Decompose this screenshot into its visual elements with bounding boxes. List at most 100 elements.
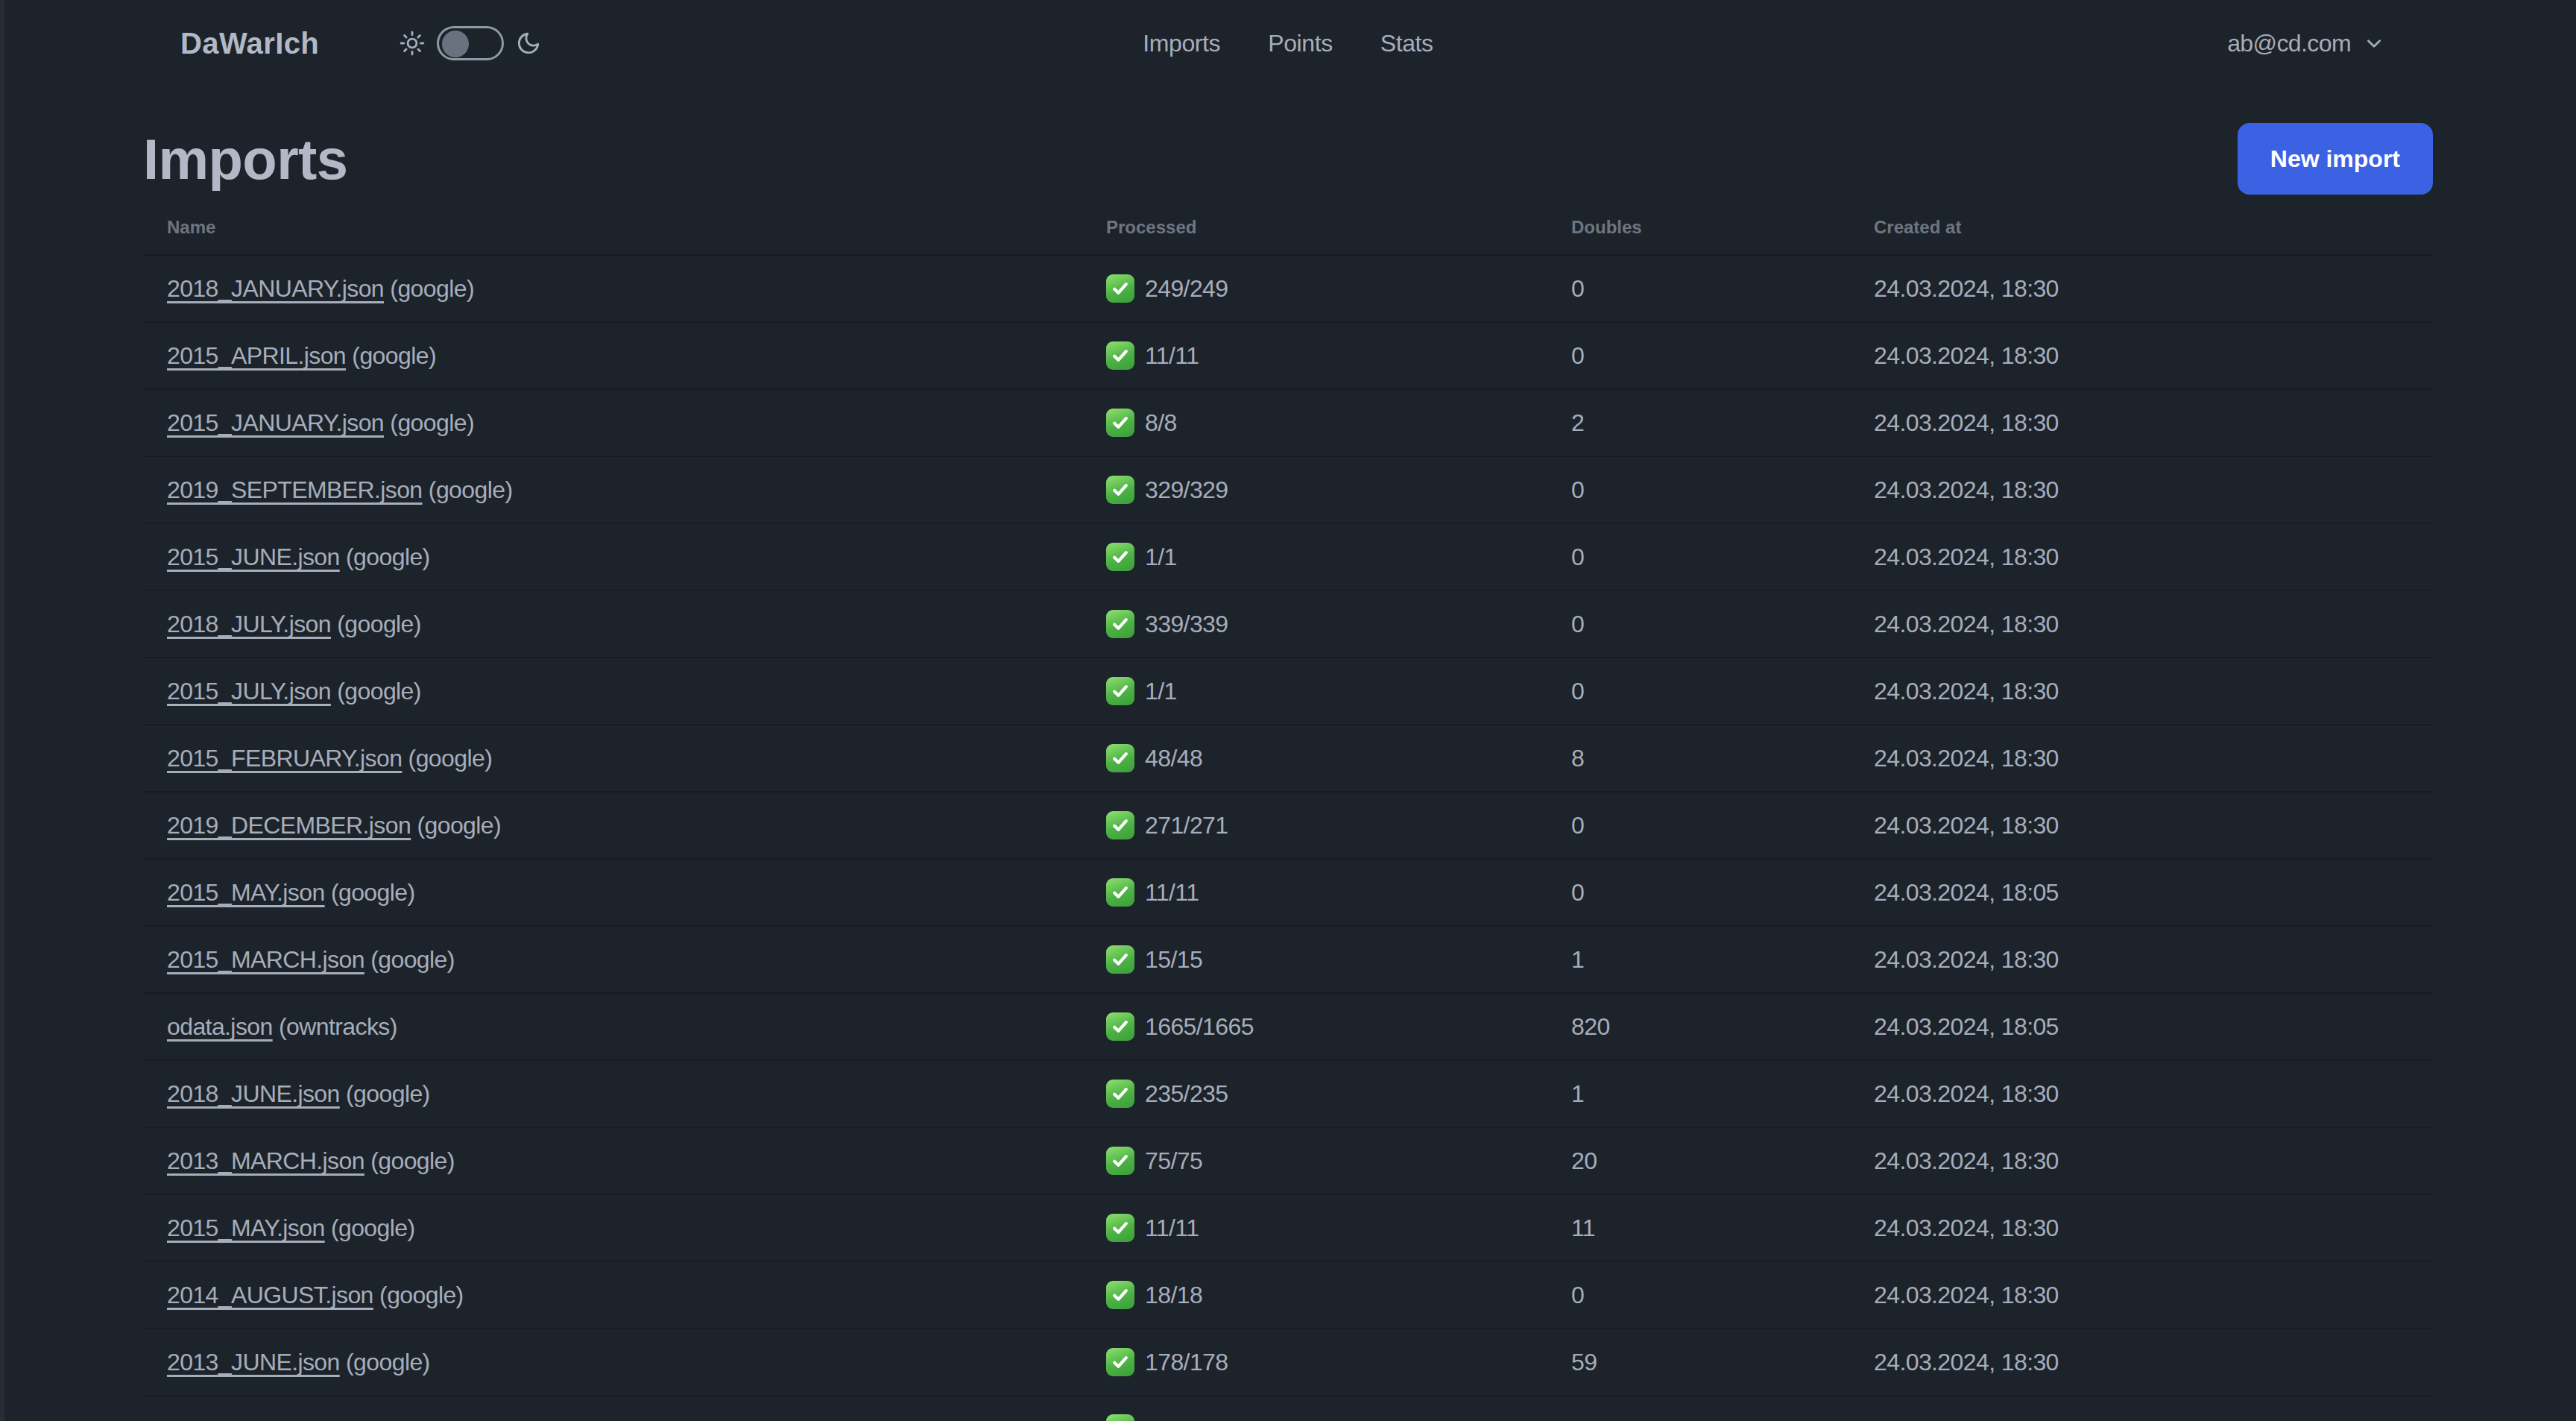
doubles-cell: 0 bbox=[1547, 322, 1850, 389]
import-name-cell: 2015_FEBRUARY.json (google) bbox=[143, 725, 1082, 792]
scrollbar-track bbox=[0, 0, 4, 1421]
table-header-row: Name Processed Doubles Created at bbox=[143, 192, 2433, 255]
check-emoji bbox=[1106, 543, 1134, 571]
processed-count: 11/11 bbox=[1145, 1213, 1199, 1243]
processed-cell: 329/329 bbox=[1082, 456, 1547, 523]
processed-count: 15/15 bbox=[1145, 945, 1202, 974]
doubles-cell: 0 bbox=[1547, 456, 1850, 523]
table-row: 2015_JULY.json (google) 1/1 0 24.03.2024… bbox=[143, 658, 2433, 725]
created-at-cell: 24.03.2024, 18:05 bbox=[1850, 993, 2433, 1060]
processed-count: 178/178 bbox=[1145, 1347, 1228, 1377]
check-emoji bbox=[1106, 610, 1134, 638]
page-header: Imports New import bbox=[143, 133, 2433, 192]
created-at-cell: 24.03.2024, 18:30 bbox=[1850, 658, 2433, 725]
imports-table: Name Processed Doubles Created at 2018_J… bbox=[143, 192, 2433, 1421]
import-source-label: (google) bbox=[411, 812, 501, 839]
processed-count: 329/329 bbox=[1145, 475, 1228, 505]
import-file-link[interactable]: 2013_MARCH.json bbox=[167, 1147, 364, 1174]
import-name-cell: 2014_AUGUST.json (google) bbox=[143, 1261, 1082, 1329]
created-at-cell: 24.03.2024, 18:30 bbox=[1850, 792, 2433, 859]
processed-count: 8/8 bbox=[1145, 408, 1177, 438]
import-file-link[interactable]: 2014_AUGUST.json bbox=[167, 1282, 373, 1308]
nav-points[interactable]: Points bbox=[1268, 30, 1333, 57]
col-header-created-at: Created at bbox=[1850, 192, 2433, 255]
created-at-cell bbox=[1850, 1396, 2433, 1421]
import-source-label: (google) bbox=[331, 611, 421, 637]
nav-stats[interactable]: Stats bbox=[1380, 30, 1433, 57]
import-name-cell: 2019_SEPTEMBER.json (google) bbox=[143, 456, 1082, 523]
check-emoji bbox=[1106, 878, 1134, 907]
check-emoji bbox=[1106, 476, 1134, 504]
doubles-cell: 1 bbox=[1547, 926, 1850, 993]
import-file-link[interactable]: odata.json bbox=[167, 1013, 273, 1040]
nav-imports[interactable]: Imports bbox=[1143, 30, 1220, 57]
import-file-link[interactable]: 2019_SEPTEMBER.json bbox=[167, 476, 423, 503]
import-file-link[interactable]: 2018_JULY.json bbox=[167, 611, 331, 637]
import-file-link[interactable]: 2015_JANUARY.json bbox=[167, 409, 384, 436]
processed-cell: 48/48 bbox=[1082, 725, 1547, 792]
table-row: 2015_APRIL.json (google) 11/11 0 24.03.2… bbox=[143, 322, 2433, 389]
processed-count: 1/1 bbox=[1145, 542, 1177, 572]
import-name-cell: 2015_JUNE.json (google) bbox=[143, 523, 1082, 590]
import-name-cell: 2013_JUNE.json (google) bbox=[143, 1329, 1082, 1396]
table-row: 2018_JUNE.json (google) 235/235 1 24.03.… bbox=[143, 1060, 2433, 1127]
import-name-cell bbox=[143, 1396, 1082, 1421]
import-file-link[interactable]: 2018_JANUARY.json bbox=[167, 275, 384, 302]
import-file-link[interactable]: 2019_DECEMBER.json bbox=[167, 812, 411, 839]
moon-icon bbox=[516, 31, 541, 56]
col-header-name: Name bbox=[143, 192, 1082, 255]
import-name-cell: 2015_JULY.json (google) bbox=[143, 658, 1082, 725]
check-emoji bbox=[1106, 1414, 1134, 1421]
doubles-cell: 0 bbox=[1547, 1261, 1850, 1329]
check-emoji bbox=[1106, 677, 1134, 705]
import-file-link[interactable]: 2015_MARCH.json bbox=[167, 946, 364, 973]
processed-cell: 18/18 bbox=[1082, 1261, 1547, 1329]
import-file-link[interactable]: 2015_JULY.json bbox=[167, 678, 331, 705]
doubles-cell: 1 bbox=[1547, 1060, 1850, 1127]
import-file-link[interactable]: 2015_MAY.json bbox=[167, 879, 325, 906]
created-at-cell: 24.03.2024, 18:30 bbox=[1850, 590, 2433, 658]
toggle-knob bbox=[442, 31, 469, 57]
check-emoji bbox=[1106, 409, 1134, 437]
import-file-link[interactable]: 2015_APRIL.json bbox=[167, 342, 346, 369]
import-file-link[interactable]: 2015_MAY.json bbox=[167, 1214, 325, 1241]
processed-count: 1/1 bbox=[1145, 676, 1177, 706]
created-at-cell: 24.03.2024, 18:30 bbox=[1850, 1127, 2433, 1194]
table-row: 2015_MARCH.json (google) 15/15 1 24.03.2… bbox=[143, 926, 2433, 993]
processed-cell: 11/11 bbox=[1082, 859, 1547, 926]
theme-toggle[interactable] bbox=[437, 26, 504, 60]
user-menu[interactable]: ab@cd.com bbox=[2227, 0, 2384, 86]
import-source-label: (owntracks) bbox=[273, 1013, 397, 1040]
table-row: 2015_FEBRUARY.json (google) 48/48 8 24.0… bbox=[143, 725, 2433, 792]
created-at-cell: 24.03.2024, 18:30 bbox=[1850, 1329, 2433, 1396]
created-at-cell: 24.03.2024, 18:05 bbox=[1850, 859, 2433, 926]
app-logo[interactable]: DaWarIch bbox=[180, 27, 319, 60]
created-at-cell: 24.03.2024, 18:30 bbox=[1850, 255, 2433, 322]
processed-count: 48/48 bbox=[1145, 743, 1202, 773]
processed-cell: 11/11 bbox=[1082, 322, 1547, 389]
table-row: 2015_MAY.json (google) 11/11 11 24.03.20… bbox=[143, 1194, 2433, 1261]
import-source-label: (google) bbox=[331, 678, 421, 705]
check-emoji bbox=[1106, 341, 1134, 370]
import-file-link[interactable]: 2015_JUNE.json bbox=[167, 543, 340, 570]
processed-count: 1665/1665 bbox=[1145, 1012, 1254, 1042]
doubles-cell: 20 bbox=[1547, 1127, 1850, 1194]
doubles-cell: 2 bbox=[1547, 389, 1850, 456]
import-file-link[interactable]: 2013_JUNE.json bbox=[167, 1349, 340, 1376]
doubles-cell: 0 bbox=[1547, 658, 1850, 725]
import-file-link[interactable]: 2018_JUNE.json bbox=[167, 1080, 340, 1107]
doubles-cell: 0 bbox=[1547, 792, 1850, 859]
check-emoji bbox=[1106, 811, 1134, 839]
table-row: 2019_SEPTEMBER.json (google) 329/329 0 2… bbox=[143, 456, 2433, 523]
import-name-cell: 2018_JUNE.json (google) bbox=[143, 1060, 1082, 1127]
import-name-cell: 2019_DECEMBER.json (google) bbox=[143, 792, 1082, 859]
import-source-label: (google) bbox=[364, 946, 455, 973]
chevron-down-icon bbox=[2364, 34, 2384, 53]
doubles-cell: 0 bbox=[1547, 859, 1850, 926]
import-file-link[interactable]: 2015_FEBRUARY.json bbox=[167, 745, 402, 772]
import-source-label: (google) bbox=[340, 543, 430, 570]
doubles-cell: 820 bbox=[1547, 993, 1850, 1060]
processed-cell: 249/249 bbox=[1082, 255, 1547, 322]
new-import-button[interactable]: New import bbox=[2238, 123, 2433, 195]
processed-cell: 235/235 bbox=[1082, 1060, 1547, 1127]
